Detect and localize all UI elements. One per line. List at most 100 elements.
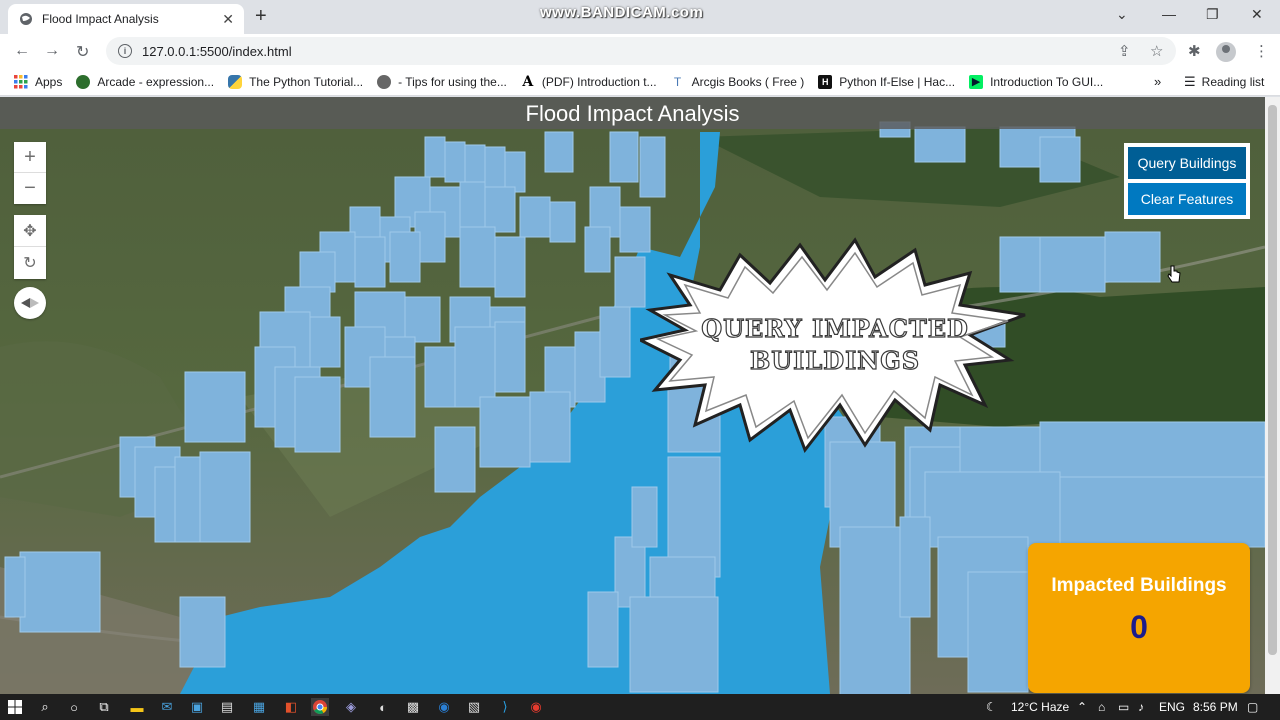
app-icon[interactable]: ▣ — [188, 698, 206, 716]
forward-icon[interactable]: → — [44, 42, 60, 60]
app-icon[interactable]: ◈ — [342, 698, 360, 716]
reading-list-button[interactable]: ☰ Reading list — [1184, 74, 1264, 90]
zoom-in-button[interactable]: + — [14, 142, 46, 173]
callout-line-1: QUERY IMPACTED — [701, 313, 969, 343]
callout-text: QUERY IMPACTED BUILDINGS — [680, 313, 990, 377]
reading-list-icon: ☰ — [1184, 74, 1196, 89]
compass-icon[interactable] — [14, 287, 46, 319]
bookmark-item[interactable]: A (PDF) Introduction t... — [521, 73, 657, 90]
battery-icon[interactable]: ▭ — [1118, 700, 1129, 714]
zoom-out-button[interactable]: − — [14, 173, 46, 204]
bookmark-item[interactable]: - Tips for using the... — [377, 74, 507, 89]
minimize-icon[interactable]: — — [1162, 6, 1176, 22]
close-tab-icon[interactable]: ✕ — [222, 11, 234, 28]
query-buildings-button[interactable]: Query Buildings — [1128, 147, 1246, 179]
network-icon[interactable]: ⌂ — [1098, 700, 1105, 714]
reading-list-label: Reading list — [1201, 75, 1265, 89]
app-icon[interactable]: ▩ — [404, 698, 422, 716]
volume-icon[interactable]: ♪ — [1138, 700, 1144, 714]
new-tab-button[interactable]: + — [255, 6, 267, 26]
bookmark-item[interactable]: Arcade - expression... — [76, 74, 215, 89]
clear-features-button[interactable]: Clear Features — [1128, 183, 1246, 215]
app-icon[interactable]: ▧ — [465, 698, 483, 716]
bookmark-label: Python If-Else | Hac... — [839, 74, 956, 89]
globe-icon — [18, 11, 34, 27]
profile-avatar[interactable] — [1216, 42, 1236, 62]
bookmark-label: The Python Tutorial... — [249, 74, 364, 89]
bandicam-watermark: www.BANDICAM.com — [540, 4, 704, 21]
site-info-icon[interactable]: i — [118, 44, 132, 58]
tray-expand-icon[interactable]: ⌃ — [1077, 700, 1087, 714]
file-explorer-icon[interactable]: ▬ — [128, 698, 146, 716]
bookmark-label: (PDF) Introduction t... — [541, 74, 657, 89]
menu-icon[interactable]: ⋮ — [1254, 42, 1269, 60]
rotate-icon[interactable]: ↻ — [14, 247, 46, 279]
bookmark-label: Arcade - expression... — [97, 74, 215, 89]
weather-icon[interactable]: ☾ — [986, 700, 997, 714]
app-title: Flood Impact Analysis — [0, 97, 1265, 129]
query-panel: Query Buildings Clear Features — [1124, 143, 1250, 219]
impacted-buildings-panel: Impacted Buildings 0 — [1028, 543, 1250, 693]
share-icon[interactable]: ⇪ — [1118, 42, 1131, 60]
address-toolbar: ← → ↻ i 127.0.0.1:5500/index.html ⇪ ☆ ✱ … — [0, 34, 1280, 68]
bandicam-icon[interactable]: ◉ — [527, 698, 545, 716]
url-text: 127.0.0.1:5500/index.html — [142, 43, 292, 59]
office-icon[interactable]: ◧ — [282, 698, 300, 716]
bookmark-star-icon[interactable]: ☆ — [1150, 42, 1163, 60]
bookmark-label: - Tips for using the... — [398, 74, 507, 89]
zoom-control: + − — [14, 142, 46, 204]
globe-icon — [76, 74, 91, 89]
bookmark-item[interactable]: The Python Tutorial... — [228, 74, 364, 89]
navigation-toggle: ✥ ↻ — [14, 215, 46, 279]
chrome-icon[interactable] — [311, 698, 329, 716]
impacted-count: 0 — [1130, 609, 1148, 645]
mail-icon[interactable]: ✉ — [158, 698, 176, 716]
hand-cursor-icon — [1167, 265, 1181, 283]
bookmark-label: Arcgis Books ( Free ) — [691, 74, 805, 89]
impacted-label: Impacted Buildings — [1051, 575, 1227, 596]
weather-text[interactable]: 12°C Haze — [1011, 700, 1069, 714]
notepad-icon[interactable]: ▤ — [218, 698, 236, 716]
windows-start-icon[interactable] — [6, 698, 24, 716]
globe-icon — [377, 74, 392, 89]
windows-taskbar: ⌕ ○ ⧉ ▬ ✉ ▣ ▤ ▦ ◧ ◈ ◐ ▩ ◉ ▧ ⟩ ◉ ☾ 12°C H… — [0, 694, 1280, 720]
app-icon[interactable]: ◐ — [374, 698, 392, 716]
cortana-icon[interactable]: ○ — [65, 698, 83, 716]
academia-icon: A — [522, 73, 534, 90]
bookmarks-bar: Apps Arcade - expression... The Python T… — [0, 68, 1280, 96]
search-icon[interactable]: ⌕ — [36, 698, 54, 716]
back-icon[interactable]: ← — [14, 42, 30, 60]
bookmark-item[interactable]: Apps — [14, 74, 63, 89]
tab-strip: Flood Impact Analysis ✕ + www.BANDICAM.c… — [0, 0, 1280, 34]
vscode-icon[interactable]: ⟩ — [496, 698, 514, 716]
bookmark-label: Introduction To GUI... — [990, 74, 1104, 89]
tab-title: Flood Impact Analysis — [42, 12, 159, 26]
browser-tab[interactable]: Flood Impact Analysis ✕ — [8, 4, 244, 34]
callout-line-2: BUILDINGS — [749, 345, 921, 375]
clock[interactable]: 8:56 PM — [1193, 700, 1238, 714]
store-icon[interactable]: ▦ — [250, 698, 268, 716]
language-indicator[interactable]: ENG — [1159, 700, 1185, 714]
tz-icon: T — [673, 74, 682, 89]
edge-icon[interactable]: ◉ — [435, 698, 453, 716]
extensions-icon[interactable]: ✱ — [1188, 42, 1201, 60]
bookmark-item[interactable]: T Arcgis Books ( Free ) — [671, 74, 805, 89]
tab-search-icon[interactable]: ⌄ — [1116, 6, 1128, 23]
page-scrollbar[interactable] — [1265, 97, 1280, 694]
scrollbar-thumb[interactable] — [1268, 105, 1277, 655]
bookmark-item[interactable]: ▶ Introduction To GUI... — [969, 74, 1104, 89]
python-icon — [228, 74, 243, 89]
bookmark-label: Apps — [35, 74, 63, 89]
datacamp-icon: ▶ — [969, 74, 984, 89]
task-view-icon[interactable]: ⧉ — [95, 698, 113, 716]
notification-icon[interactable]: ▢ — [1247, 700, 1258, 714]
restore-icon[interactable]: ❐ — [1206, 6, 1219, 23]
close-window-icon[interactable]: ✕ — [1251, 6, 1263, 23]
bookmark-item[interactable]: H Python If-Else | Hac... — [818, 74, 956, 89]
address-bar[interactable]: i 127.0.0.1:5500/index.html — [106, 37, 1176, 65]
apps-grid-icon — [14, 74, 28, 89]
web-page: Flood Impact Analysis + − ✥ ↻ QUERY IMPA… — [0, 97, 1280, 694]
more-bookmarks-icon[interactable]: » — [1154, 74, 1161, 89]
reload-icon[interactable]: ↻ — [76, 42, 89, 62]
pan-icon[interactable]: ✥ — [14, 215, 46, 247]
